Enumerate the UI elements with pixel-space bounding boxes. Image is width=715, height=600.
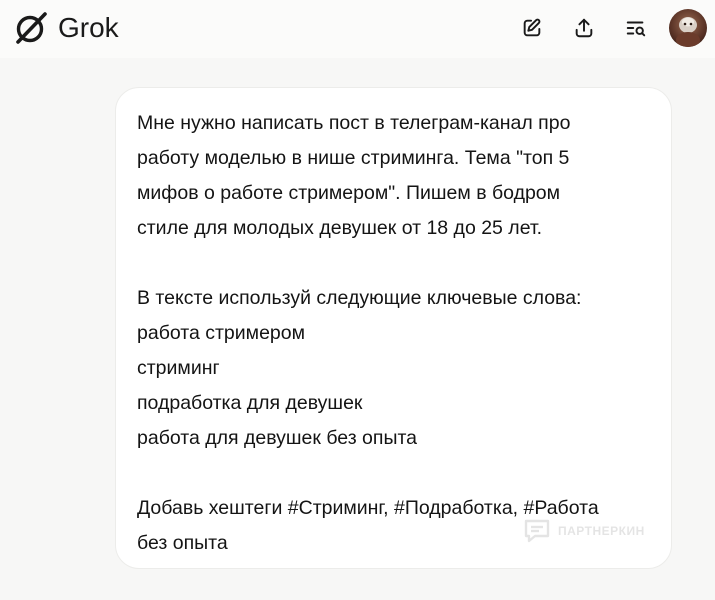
grok-logo-icon bbox=[16, 12, 47, 44]
share-button[interactable] bbox=[565, 9, 603, 47]
brand-home-link[interactable]: Grok bbox=[14, 9, 119, 47]
new-chat-button[interactable] bbox=[513, 9, 551, 47]
user-avatar[interactable] bbox=[669, 9, 707, 47]
chat-history-search-icon bbox=[626, 21, 646, 37]
new-chat-edit-icon bbox=[523, 18, 541, 37]
brand-name: Grok bbox=[58, 12, 119, 43]
chat-history-button[interactable] bbox=[617, 9, 655, 47]
user-message-text: Мне нужно написать пост в телеграм-канал… bbox=[137, 112, 599, 554]
user-message-bubble: Мне нужно написать пост в телеграм-канал… bbox=[115, 87, 672, 569]
avatar-image bbox=[669, 9, 707, 47]
top-bar: Grok bbox=[0, 0, 715, 58]
share-upload-icon bbox=[575, 18, 593, 38]
header-actions bbox=[499, 9, 707, 47]
